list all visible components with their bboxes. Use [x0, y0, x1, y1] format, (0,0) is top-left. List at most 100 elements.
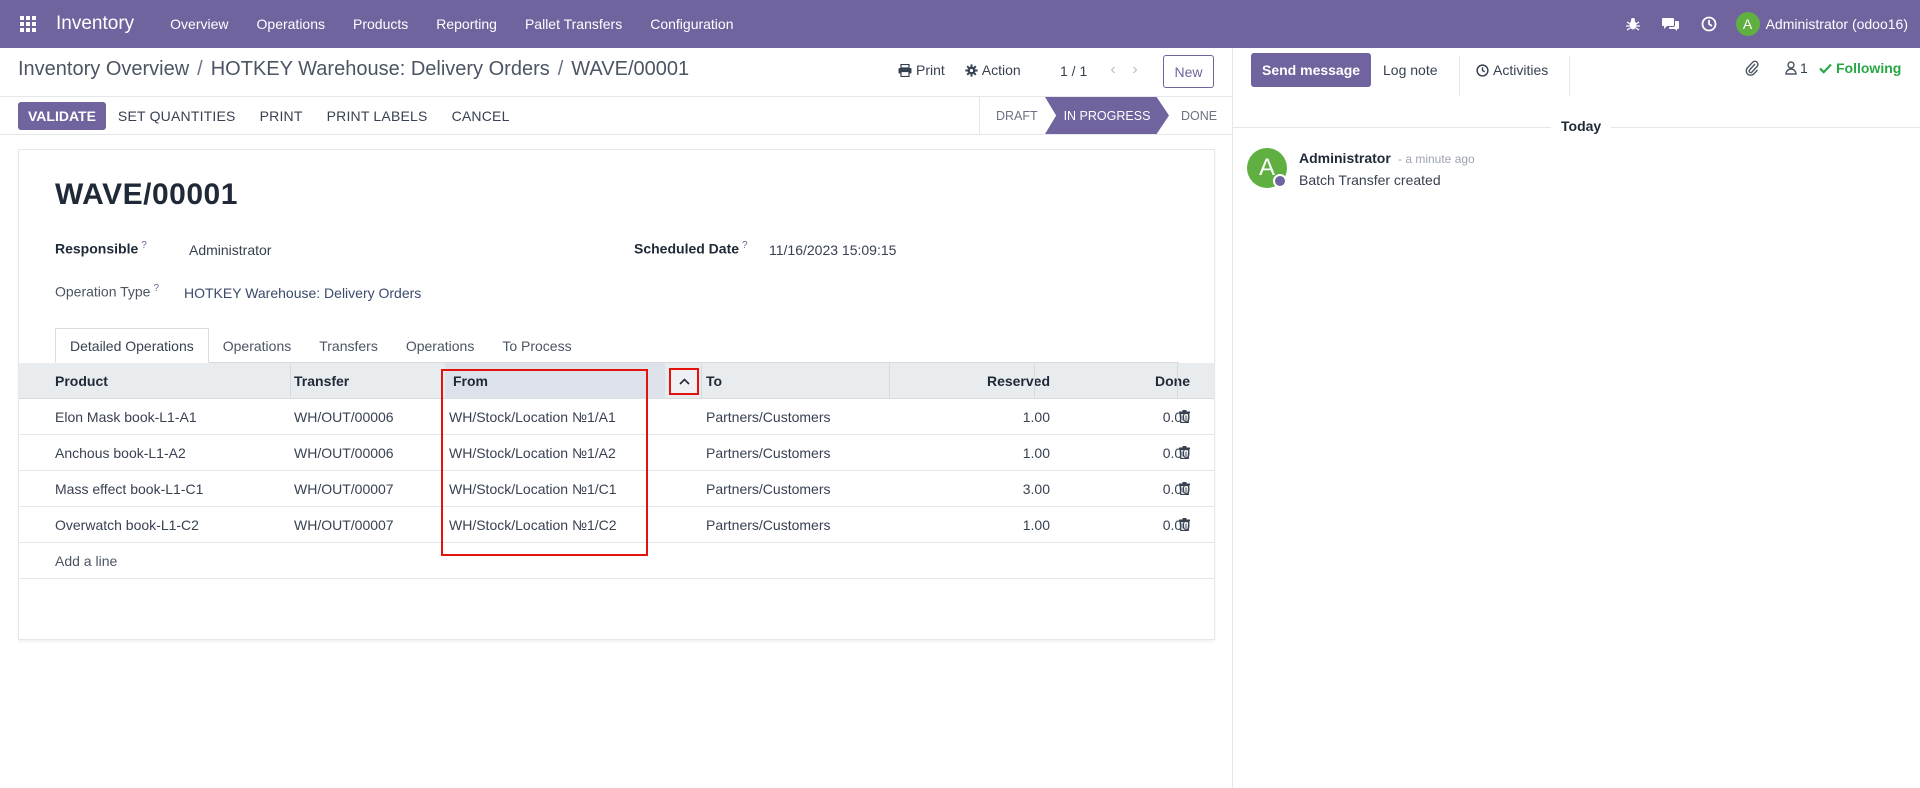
- table-row[interactable]: Overwatch book-L1-C2 WH/OUT/00007 WH/Sto…: [19, 507, 1214, 543]
- menu-operations[interactable]: Operations: [243, 0, 339, 48]
- stage-in-progress[interactable]: IN PROGRESS: [1045, 97, 1169, 134]
- followers-count: 1: [1800, 60, 1808, 76]
- column-header-product[interactable]: Product: [55, 363, 108, 399]
- scheduled-date-field[interactable]: 11/16/2023 15:09:15: [769, 242, 896, 258]
- status-bar: VALIDATE SET QUANTITIES PRINT PRINT LABE…: [0, 97, 1232, 135]
- menu-products[interactable]: Products: [339, 0, 422, 48]
- pager-value[interactable]: 1 / 1: [1060, 63, 1087, 79]
- clock-icon: [1476, 63, 1489, 77]
- control-panel: Inventory Overview / HOTKEY Warehouse: Del…: [0, 48, 1232, 97]
- stage-done[interactable]: DONE: [1169, 97, 1217, 134]
- trash-icon[interactable]: [1179, 518, 1190, 531]
- chat-icon[interactable]: [1652, 0, 1690, 48]
- print-label: Print: [916, 62, 945, 78]
- cell-reserved: 1.00: [1022, 517, 1050, 533]
- breadcrumb-item-inventory-overview[interactable]: Inventory Overview: [18, 58, 189, 80]
- trash-icon[interactable]: [1179, 410, 1190, 423]
- cell-from: WH/Stock/Location №1/A1: [449, 409, 616, 425]
- action-button[interactable]: Action: [965, 62, 1021, 78]
- chevron-left-icon[interactable]: ‹: [1102, 61, 1124, 79]
- tab-detailed-operations[interactable]: Detailed Operations: [55, 328, 209, 363]
- cell-done: 0.00: [1162, 517, 1190, 533]
- column-header-to[interactable]: To: [706, 363, 722, 399]
- cell-to: Partners/Customers: [706, 517, 831, 533]
- user-icon: [1785, 61, 1797, 75]
- tab-operations[interactable]: Operations: [209, 328, 305, 363]
- chevron-right-icon[interactable]: ›: [1124, 61, 1146, 79]
- activities-button[interactable]: Activities: [1476, 53, 1548, 87]
- menu-reporting[interactable]: Reporting: [422, 0, 511, 48]
- chatter-panel: Send message Log note Activities 1 Follo…: [1232, 48, 1920, 788]
- menu-overview[interactable]: Overview: [156, 0, 242, 48]
- trash-icon[interactable]: [1179, 482, 1190, 495]
- column-header-done[interactable]: Done: [1034, 363, 1190, 399]
- breadcrumb-item-delivery-orders[interactable]: HOTKEY Warehouse: Delivery Orders: [211, 58, 550, 80]
- print-report-button[interactable]: PRINT: [248, 102, 315, 130]
- tab-transfers[interactable]: Transfers: [305, 328, 392, 363]
- activities-label: Activities: [1493, 62, 1549, 78]
- help-icon[interactable]: ?: [153, 283, 159, 294]
- cell-to: Partners/Customers: [706, 445, 831, 461]
- notebook-tabs: Detailed Operations Operations Transfers…: [55, 328, 586, 363]
- send-message-button[interactable]: Send message: [1251, 53, 1372, 87]
- table-row[interactable]: Anchous book-L1-A2 WH/OUT/00006 WH/Stock…: [19, 435, 1214, 471]
- table-header: Product Transfer From To Reserved Done: [19, 363, 1214, 399]
- cell-product: Overwatch book-L1-C2: [55, 517, 199, 533]
- cell-transfer: WH/OUT/00006: [294, 445, 394, 461]
- check-icon: [1819, 63, 1832, 74]
- presence-status-icon: [1273, 174, 1287, 188]
- tab-to-process[interactable]: To Process: [488, 328, 585, 363]
- control-actions: Print Action: [898, 62, 1041, 78]
- print-labels-button[interactable]: PRINT LABELS: [315, 102, 440, 130]
- paperclip-icon: [1745, 60, 1759, 76]
- column-header-from[interactable]: From: [445, 363, 665, 399]
- date-separator: Today: [1551, 118, 1612, 134]
- user-menu[interactable]: A Administrator (odoo16): [1735, 12, 1908, 36]
- cell-reserved: 1.00: [1022, 409, 1050, 425]
- table-row[interactable]: Elon Mask book-L1-A1 WH/OUT/00006 WH/Sto…: [19, 399, 1214, 435]
- following-button[interactable]: Following: [1819, 60, 1901, 76]
- divider: [1569, 56, 1570, 96]
- stage-draft[interactable]: DRAFT: [979, 97, 1045, 134]
- app-name[interactable]: Inventory: [56, 13, 134, 35]
- operation-type-label: Operation Type?: [55, 283, 160, 300]
- apps-menu-icon[interactable]: [6, 0, 50, 48]
- help-icon[interactable]: ?: [141, 240, 147, 251]
- following-label: Following: [1836, 60, 1902, 76]
- set-quantities-button[interactable]: SET QUANTITIES: [106, 102, 248, 130]
- top-navbar: Inventory Overview Operations Products R…: [0, 0, 1920, 48]
- cell-transfer: WH/OUT/00007: [294, 481, 394, 497]
- cell-reserved: 3.00: [1022, 481, 1050, 497]
- table-row[interactable]: Mass effect book-L1-C1 WH/OUT/00007 WH/S…: [19, 471, 1214, 507]
- cancel-button[interactable]: CANCEL: [440, 102, 522, 130]
- help-icon[interactable]: ?: [742, 240, 748, 251]
- followers-button[interactable]: 1: [1785, 60, 1808, 76]
- print-button[interactable]: Print: [898, 62, 945, 78]
- message-body: Batch Transfer created: [1299, 172, 1441, 188]
- responsible-field[interactable]: Administrator: [189, 242, 271, 258]
- cell-transfer: WH/OUT/00006: [294, 409, 394, 425]
- new-button[interactable]: New: [1163, 55, 1214, 88]
- clock-icon[interactable]: [1690, 0, 1728, 48]
- message-author[interactable]: Administrator: [1299, 150, 1391, 166]
- sort-toggle-button[interactable]: [669, 368, 699, 395]
- validate-button[interactable]: VALIDATE: [18, 102, 106, 130]
- add-line-link[interactable]: Add a line: [55, 543, 117, 579]
- menu-pallet-transfers[interactable]: Pallet Transfers: [511, 0, 636, 48]
- column-separator: [1177, 363, 1178, 399]
- column-separator: [701, 363, 702, 399]
- chevron-up-icon: [678, 378, 690, 385]
- attachment-button[interactable]: [1745, 60, 1759, 76]
- trash-icon[interactable]: [1179, 446, 1190, 459]
- column-header-reserved[interactable]: Reserved: [889, 363, 1050, 399]
- printer-icon: [898, 63, 912, 77]
- bug-icon[interactable]: [1614, 0, 1652, 48]
- tab-operations-2[interactable]: Operations: [392, 328, 488, 363]
- log-note-button[interactable]: Log note: [1383, 53, 1438, 87]
- menu-configuration[interactable]: Configuration: [636, 0, 747, 48]
- add-line-row: Add a line: [19, 543, 1214, 579]
- operation-type-field[interactable]: HOTKEY Warehouse: Delivery Orders: [184, 285, 421, 301]
- cell-from: WH/Stock/Location №1/C1: [449, 481, 617, 497]
- breadcrumb-item-current: WAVE/00001: [571, 58, 690, 80]
- column-header-transfer[interactable]: Transfer: [294, 363, 349, 399]
